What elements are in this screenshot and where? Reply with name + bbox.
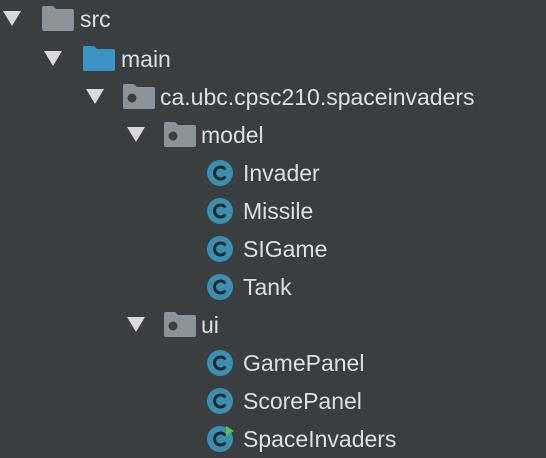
tree-node-label: Invader (243, 160, 320, 186)
expand-arrow-icon[interactable] (3, 11, 21, 26)
expand-arrow-icon[interactable] (44, 51, 62, 66)
source-folder-icon (83, 46, 115, 71)
tree-node-class-missile[interactable]: Missile (0, 192, 546, 230)
expand-arrow-icon[interactable] (127, 317, 145, 332)
tree-node-label: Tank (243, 274, 292, 300)
class-icon (207, 388, 233, 414)
project-tree: src main ca.ubc.cpsc210.spaceinvaders mo… (0, 0, 546, 456)
expand-arrow-icon[interactable] (127, 127, 145, 142)
class-icon (207, 198, 233, 224)
tree-node-class-scorepanel[interactable]: ScorePanel (0, 382, 546, 420)
tree-node-class-gamepanel[interactable]: GamePanel (0, 344, 546, 382)
tree-node-label: ui (201, 312, 219, 338)
tree-node-label: ScorePanel (243, 388, 362, 414)
class-icon (207, 236, 233, 262)
tree-node-label: main (121, 46, 171, 72)
tree-node-class-tank[interactable]: Tank (0, 268, 546, 306)
tree-node-label: GamePanel (243, 350, 365, 376)
tree-node-label: SIGame (243, 236, 328, 262)
expand-arrow-icon[interactable] (86, 89, 104, 104)
package-icon (164, 122, 196, 147)
tree-node-model[interactable]: model (0, 116, 546, 154)
runnable-class-icon (207, 426, 234, 452)
tree-node-label: SpaceInvaders (243, 426, 397, 452)
tree-node-package[interactable]: ca.ubc.cpsc210.spaceinvaders (0, 78, 546, 116)
package-icon (164, 312, 196, 337)
tree-node-ui[interactable]: ui (0, 306, 546, 344)
tree-node-label: src (80, 6, 111, 32)
package-icon (123, 84, 155, 109)
tree-node-class-spaceinvaders[interactable]: SpaceInvaders (0, 420, 546, 458)
tree-node-label: ca.ubc.cpsc210.spaceinvaders (160, 84, 475, 110)
folder-icon (42, 6, 74, 31)
class-icon (207, 350, 233, 376)
tree-node-src[interactable]: src (0, 0, 546, 38)
tree-node-main[interactable]: main (0, 40, 546, 78)
tree-node-label: model (201, 122, 264, 148)
class-icon (207, 274, 233, 300)
tree-node-class-invader[interactable]: Invader (0, 154, 546, 192)
tree-node-class-sigame[interactable]: SIGame (0, 230, 546, 268)
class-icon (207, 160, 233, 186)
tree-node-label: Missile (243, 198, 314, 224)
